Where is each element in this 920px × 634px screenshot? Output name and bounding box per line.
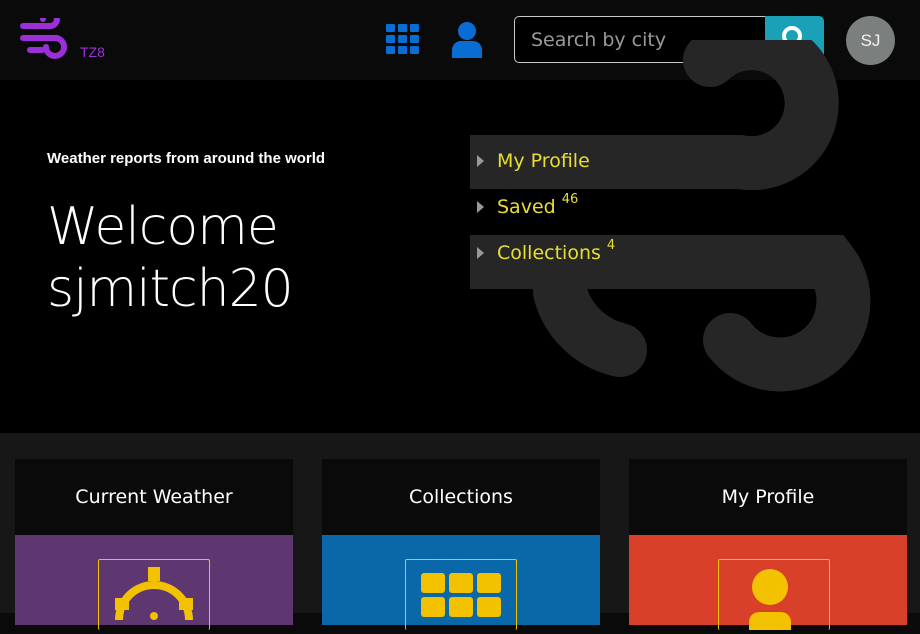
welcome-heading: Welcome sjmitch20 <box>47 196 294 320</box>
menu-item-label: Collections <box>497 242 601 264</box>
menu-item-label: Saved <box>497 196 556 218</box>
logo-text: TZ8 <box>80 44 105 60</box>
quick-menu: My Profile Saved 46 Collections 4 <box>466 138 766 276</box>
card-collections[interactable]: Collections <box>322 459 600 630</box>
username: sjmitch20 <box>47 259 294 319</box>
caret-right-icon <box>477 201 484 213</box>
apps-grid-icon[interactable] <box>386 24 420 54</box>
menu-item-count: 4 <box>606 237 616 253</box>
tagline: Weather reports from around the world <box>47 150 326 167</box>
card-tile <box>15 535 293 630</box>
card-icon-frame <box>405 559 517 630</box>
caret-right-icon <box>477 155 484 167</box>
caret-right-icon <box>477 247 484 259</box>
wind-icon[interactable] <box>20 18 70 60</box>
crosshair-icon <box>115 567 193 621</box>
card-current-weather[interactable]: Current Weather <box>15 459 293 630</box>
welcome-line: Welcome <box>47 197 279 257</box>
card-title: My Profile <box>721 486 815 508</box>
card-title: Collections <box>409 486 513 508</box>
card-icon-frame <box>718 559 830 630</box>
grid-icon <box>421 573 501 617</box>
card-my-profile[interactable]: My Profile <box>629 459 907 630</box>
card-title: Current Weather <box>75 486 233 508</box>
menu-item-my-profile[interactable]: My Profile <box>466 138 766 184</box>
card-tile <box>629 535 907 630</box>
card-tile <box>322 535 600 630</box>
menu-item-label: My Profile <box>497 150 590 172</box>
profile-icon <box>749 569 791 630</box>
menu-item-saved[interactable]: Saved 46 <box>466 184 766 230</box>
menu-item-count: 46 <box>561 191 579 207</box>
menu-item-collections[interactable]: Collections 4 <box>466 230 766 276</box>
card-icon-frame <box>98 559 210 630</box>
